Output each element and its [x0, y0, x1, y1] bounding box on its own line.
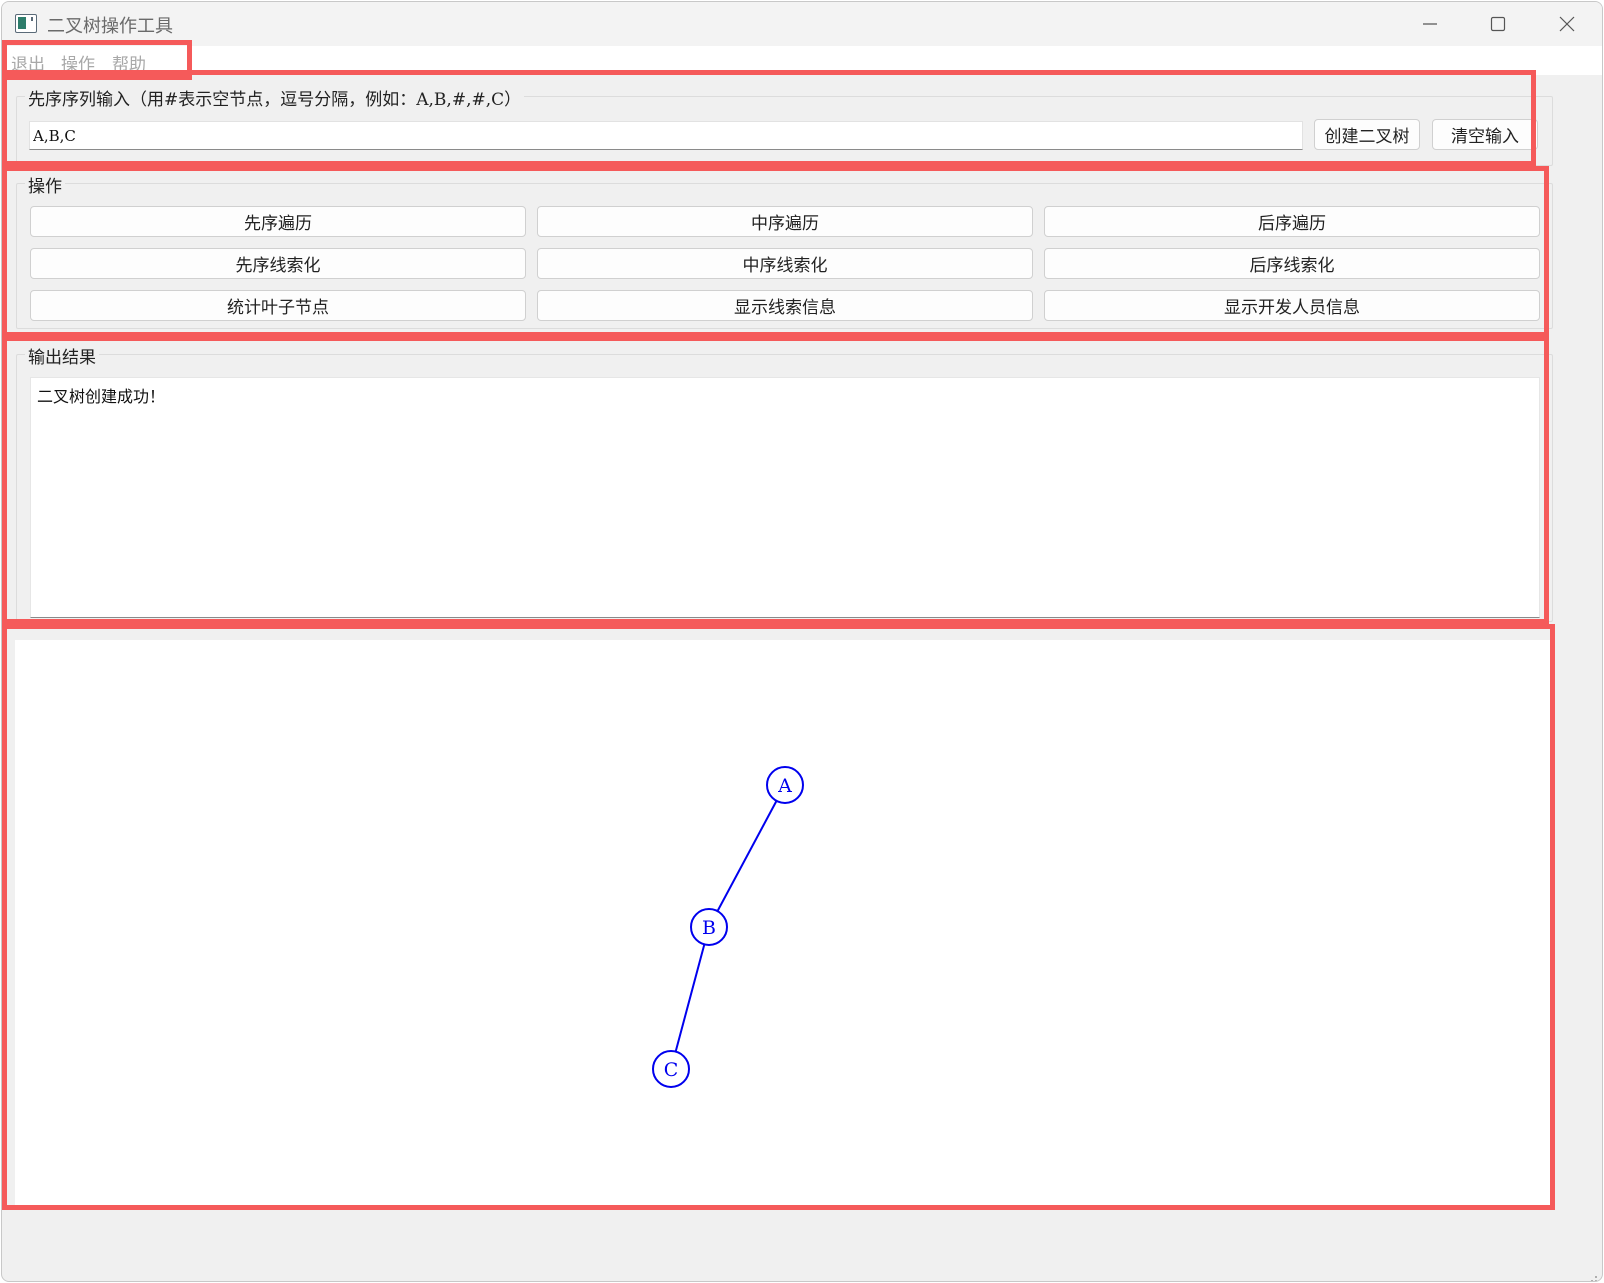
preorder-traversal-button[interactable]: 先序遍历 — [30, 206, 526, 237]
app-window: 二叉树操作工具 退出 操作 帮助 先序序列输入（用#表示空节点，逗号分隔，例如：… — [1, 1, 1603, 1282]
tree-node-label: C — [664, 1059, 679, 1081]
menu-bar: 退出 操作 帮助 — [2, 46, 1602, 75]
output-text-area[interactable]: 二叉树创建成功！ — [30, 377, 1540, 618]
minimize-icon — [1423, 23, 1437, 25]
operations-group-title: 操作 — [25, 172, 65, 197]
postorder-traversal-button[interactable]: 后序遍历 — [1044, 206, 1540, 237]
app-icon — [15, 14, 37, 33]
tree-node-C: C — [652, 1050, 690, 1088]
minimize-button[interactable] — [1396, 2, 1464, 46]
postorder-threading-button[interactable]: 后序线索化 — [1044, 248, 1540, 279]
window-title: 二叉树操作工具 — [47, 16, 173, 37]
output-group-title: 输出结果 — [25, 343, 99, 368]
show-developer-info-button[interactable]: 显示开发人员信息 — [1044, 290, 1540, 321]
tree-node-B: B — [690, 908, 728, 946]
resize-grip[interactable] — [1588, 1268, 1598, 1281]
tree-node-label: B — [702, 917, 716, 939]
tree-edge-B-C — [674, 944, 706, 1052]
tree-diagram: A B C — [652, 766, 804, 1088]
tree-edge-A-B — [716, 800, 778, 912]
menu-exit[interactable]: 退出 — [11, 50, 45, 75]
title-bar: 二叉树操作工具 — [2, 2, 1602, 46]
clear-input-button[interactable]: 清空输入 — [1432, 119, 1538, 150]
preorder-sequence-input[interactable] — [29, 121, 1303, 150]
tree-node-A: A — [766, 766, 804, 804]
inorder-traversal-button[interactable]: 中序遍历 — [537, 206, 1033, 237]
tree-node-label: A — [777, 775, 792, 797]
close-button[interactable] — [1533, 2, 1601, 46]
show-thread-info-button[interactable]: 显示线索信息 — [537, 290, 1033, 321]
maximize-icon — [1490, 16, 1506, 32]
inorder-threading-button[interactable]: 中序线索化 — [537, 248, 1033, 279]
preorder-threading-button[interactable]: 先序线索化 — [30, 248, 526, 279]
menu-operations[interactable]: 操作 — [61, 50, 95, 75]
create-tree-button[interactable]: 创建二叉树 — [1314, 119, 1420, 150]
preorder-input-group-title: 先序序列输入（用#表示空节点，逗号分隔，例如：A,B,#,#,C） — [25, 85, 525, 110]
close-icon — [1559, 16, 1575, 32]
maximize-button[interactable] — [1464, 2, 1532, 46]
count-leaves-button[interactable]: 统计叶子节点 — [30, 290, 526, 321]
tree-canvas: A B C — [15, 640, 1551, 1207]
menu-help[interactable]: 帮助 — [112, 50, 146, 75]
